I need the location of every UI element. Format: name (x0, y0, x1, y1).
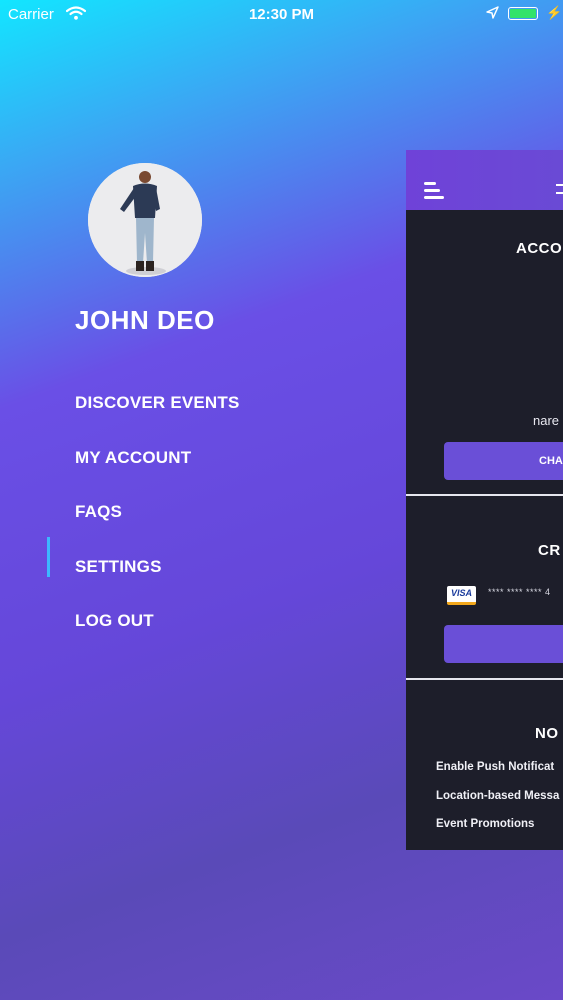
account-section-title: ACCO (516, 240, 563, 257)
menu-item-settings[interactable]: SETTINGS (75, 557, 355, 612)
change-password-button[interactable]: CHA (444, 442, 563, 480)
user-name: JOHN DEO (75, 305, 215, 335)
notification-location[interactable]: Location-based Messa (436, 790, 559, 802)
notification-promotions[interactable]: Event Promotions (436, 818, 534, 830)
battery-icon (508, 7, 538, 20)
divider (406, 678, 563, 680)
divider (406, 494, 563, 496)
filter-icon[interactable] (556, 184, 563, 194)
status-bar: Carrier 12:30 PM ⚡ (0, 0, 563, 30)
menu-icon[interactable] (424, 182, 444, 203)
add-card-button[interactable] (444, 625, 563, 663)
visa-card-icon: VISA (447, 586, 476, 605)
panel-header (406, 150, 563, 210)
menu-item-faqs[interactable]: FAQS (75, 502, 355, 557)
menu-item-my-account[interactable]: MY ACCOUNT (75, 448, 355, 503)
notification-push[interactable]: Enable Push Notificat (436, 761, 554, 773)
sidebar-menu: DISCOVER EVENTS MY ACCOUNT FAQS SETTINGS… (75, 393, 355, 666)
location-arrow-icon (486, 6, 499, 23)
account-email: nare (533, 413, 560, 428)
change-button-label: CHA (539, 455, 563, 467)
notifications-section-title: NO (535, 725, 559, 742)
clock: 12:30 PM (248, 6, 315, 23)
menu-item-log-out[interactable]: LOG OUT (75, 611, 355, 666)
active-menu-indicator (47, 537, 50, 577)
menu-item-discover-events[interactable]: DISCOVER EVENTS (75, 393, 355, 448)
card-number: **** **** **** 4 (488, 587, 551, 597)
avatar[interactable] (88, 163, 202, 277)
charging-icon: ⚡ (546, 5, 563, 20)
main-content-panel[interactable]: ACCO nare CHA CR VISA **** **** **** 4 N… (406, 150, 563, 850)
profile-photo (88, 163, 202, 277)
cards-section-title: CR (538, 542, 561, 559)
